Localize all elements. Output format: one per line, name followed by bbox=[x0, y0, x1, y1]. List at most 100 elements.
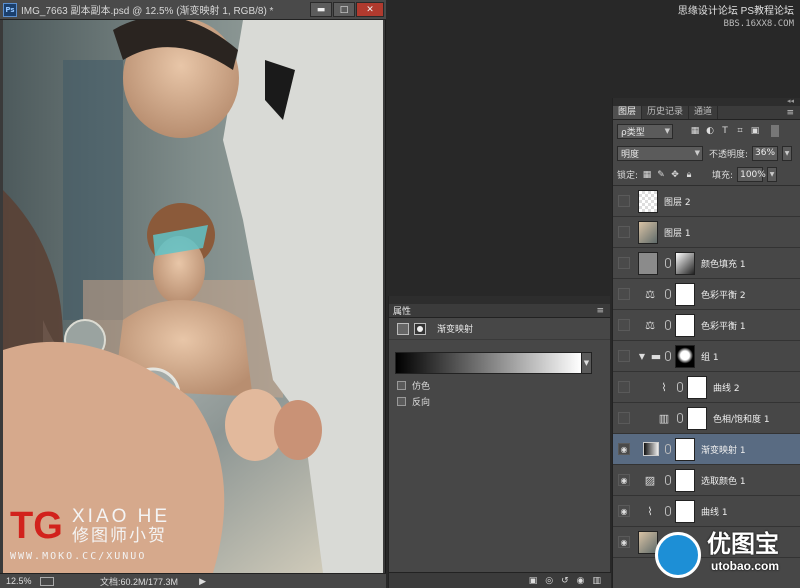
layer-row[interactable]: ▼ ▬ 组 1 bbox=[613, 341, 800, 372]
pixel-filter-icon[interactable]: ▦ bbox=[690, 126, 700, 136]
mask-thumbnail bbox=[675, 314, 695, 337]
fill-thumbnail bbox=[638, 252, 658, 275]
view-previous-icon[interactable]: ◎ bbox=[545, 576, 553, 586]
properties-footer: ▣ ◎ ↺ ◉ ▥ bbox=[389, 572, 611, 588]
workspace: Ps IMG_7663 副本副本.psd @ 12.5% (渐变映射 1, RG… bbox=[0, 0, 800, 588]
layer-row[interactable]: ◉ ▨ 选取颜色 1 bbox=[613, 465, 800, 496]
fill-input[interactable]: 100% bbox=[737, 167, 766, 182]
eye-icon[interactable]: ◉ bbox=[618, 505, 630, 517]
tab-channels[interactable]: 通道 bbox=[689, 106, 719, 119]
link-icon[interactable] bbox=[665, 475, 671, 485]
gradient-picker[interactable]: ▼ bbox=[395, 352, 592, 374]
watermark-name-cn: 修图师小贺 bbox=[72, 526, 167, 546]
clip-icon[interactable]: ▣ bbox=[529, 576, 538, 586]
mask-icon[interactable] bbox=[414, 322, 426, 335]
close-button[interactable]: ✕ bbox=[356, 2, 384, 17]
image-canvas[interactable] bbox=[3, 20, 383, 573]
blend-mode-select[interactable]: 明度 ▼ bbox=[617, 145, 703, 161]
link-icon[interactable] bbox=[665, 444, 671, 454]
reverse-checkbox[interactable] bbox=[397, 397, 406, 406]
visibility-icon[interactable]: ◉ bbox=[577, 576, 585, 586]
layer-thumbnail bbox=[638, 221, 658, 244]
lock-pixels-icon[interactable]: ✎ bbox=[656, 170, 666, 180]
adjustment-icon[interactable] bbox=[397, 322, 409, 335]
lock-position-icon[interactable]: ✥ bbox=[670, 170, 680, 180]
layer-row-selected[interactable]: ◉ 渐变映射 1 bbox=[613, 434, 800, 465]
collapse-icon[interactable]: ◂◂ bbox=[787, 97, 794, 105]
reset-icon[interactable]: ↺ bbox=[561, 576, 569, 586]
balance-icon: ⚖ bbox=[645, 287, 655, 301]
layer-name: 色彩平衡 1 bbox=[701, 321, 746, 332]
maximize-button[interactable]: □ bbox=[333, 2, 355, 17]
layers-panel: ◂◂ 图层 历史记录 通道 ≡ ρ类型 ▼ ▦ ◐ T ⌗ ▣ 明度 ▼ 不透明度:… bbox=[612, 97, 800, 588]
layer-row[interactable]: ◉ ⌇ 曲线 1 bbox=[613, 496, 800, 527]
link-icon[interactable] bbox=[665, 506, 671, 516]
document-title-bar[interactable]: Ps IMG_7663 副本副本.psd @ 12.5% (渐变映射 1, RG… bbox=[0, 0, 386, 20]
link-icon[interactable] bbox=[677, 382, 683, 392]
chevron-down-icon[interactable]: ▼ bbox=[581, 353, 591, 373]
visibility-toggle[interactable] bbox=[618, 350, 630, 362]
delete-icon[interactable]: ▥ bbox=[592, 576, 601, 586]
curves-icon: ⌇ bbox=[661, 380, 667, 394]
adjustment-filter-icon[interactable]: ◐ bbox=[705, 126, 715, 136]
export-icon[interactable] bbox=[40, 576, 54, 586]
smart-filter-icon[interactable]: ▣ bbox=[750, 126, 760, 136]
panel-menu-icon[interactable]: ≡ bbox=[596, 306, 604, 316]
layer-row[interactable]: 图层 2 bbox=[613, 186, 800, 217]
zoom-level[interactable]: 12.5% bbox=[6, 576, 40, 586]
mask-thumbnail bbox=[675, 438, 695, 461]
visibility-toggle[interactable] bbox=[618, 257, 630, 269]
link-icon[interactable] bbox=[665, 320, 671, 330]
visibility-toggle[interactable] bbox=[618, 288, 630, 300]
wedding-photo bbox=[3, 20, 383, 573]
status-menu-arrow-icon[interactable]: ▶ bbox=[199, 576, 206, 587]
shape-filter-icon[interactable]: ⌗ bbox=[735, 126, 745, 136]
folder-icon: ▬ bbox=[650, 349, 662, 363]
chevron-down-icon[interactable]: ▼ bbox=[635, 349, 649, 363]
eye-icon[interactable]: ◉ bbox=[618, 443, 630, 455]
layer-row[interactable]: ▥ 色相/饱和度 1 bbox=[613, 403, 800, 434]
blend-mode-value: 明度 bbox=[621, 149, 640, 160]
visibility-toggle[interactable] bbox=[618, 226, 630, 238]
reverse-row[interactable]: 反向 bbox=[397, 395, 430, 408]
layer-row[interactable]: ⚖ 色彩平衡 1 bbox=[613, 310, 800, 341]
site-watermark: 思缘设计论坛 PS教程论坛 BBS.16XX8.COM bbox=[678, 6, 794, 30]
visibility-toggle[interactable] bbox=[618, 319, 630, 331]
layer-row[interactable]: 颜色填充 1 bbox=[613, 248, 800, 279]
panel-grip[interactable]: ◂◂ bbox=[613, 97, 800, 106]
layer-name: 图层 1 bbox=[664, 228, 691, 239]
document-window: Ps IMG_7663 副本副本.psd @ 12.5% (渐变映射 1, RG… bbox=[0, 0, 386, 588]
link-icon[interactable] bbox=[665, 289, 671, 299]
link-icon[interactable] bbox=[665, 258, 671, 268]
dither-checkbox[interactable] bbox=[397, 381, 406, 390]
visibility-toggle[interactable] bbox=[618, 195, 630, 207]
visibility-toggle[interactable] bbox=[618, 412, 630, 424]
mask-thumbnail bbox=[675, 469, 695, 492]
eye-icon[interactable]: ◉ bbox=[618, 474, 630, 486]
filter-kind-select[interactable]: ρ类型 ▼ bbox=[617, 123, 673, 139]
eye-icon[interactable]: ◉ bbox=[618, 536, 630, 548]
layer-list: 图层 2 图层 1 颜色填充 1 ⚖ 色彩平衡 2 ⚖ 色彩平衡 1 ▼ ▬ 组… bbox=[613, 186, 800, 558]
layer-row[interactable]: ⌇ 曲线 2 bbox=[613, 372, 800, 403]
tab-layers[interactable]: 图层 bbox=[613, 106, 643, 119]
gradient-preview[interactable] bbox=[396, 353, 581, 373]
tab-properties[interactable]: 属性 bbox=[393, 304, 411, 317]
panel-menu-icon[interactable]: ≡ bbox=[786, 108, 794, 118]
layer-row[interactable]: 图层 1 bbox=[613, 217, 800, 248]
link-icon[interactable] bbox=[665, 351, 671, 361]
dither-row[interactable]: 仿色 bbox=[397, 379, 430, 392]
fill-slider-toggle[interactable]: ▼ bbox=[767, 167, 778, 182]
opacity-slider-toggle[interactable]: ▼ bbox=[782, 145, 793, 161]
minimize-button[interactable]: ▬ bbox=[310, 2, 332, 17]
layer-name: 曲线 2 bbox=[713, 383, 740, 394]
opacity-input[interactable]: 36% bbox=[752, 145, 779, 161]
link-icon[interactable] bbox=[677, 413, 683, 423]
type-filter-icon[interactable]: T bbox=[720, 126, 730, 136]
layer-row[interactable]: ⚖ 色彩平衡 2 bbox=[613, 279, 800, 310]
tab-history[interactable]: 历史记录 bbox=[642, 106, 690, 119]
panel-grip[interactable] bbox=[389, 296, 610, 304]
lock-all-icon[interactable]: 🔒︎ bbox=[684, 170, 694, 180]
lock-transparency-icon[interactable]: ▦ bbox=[642, 170, 652, 180]
filter-toggle[interactable] bbox=[771, 125, 779, 137]
visibility-toggle[interactable] bbox=[618, 381, 630, 393]
